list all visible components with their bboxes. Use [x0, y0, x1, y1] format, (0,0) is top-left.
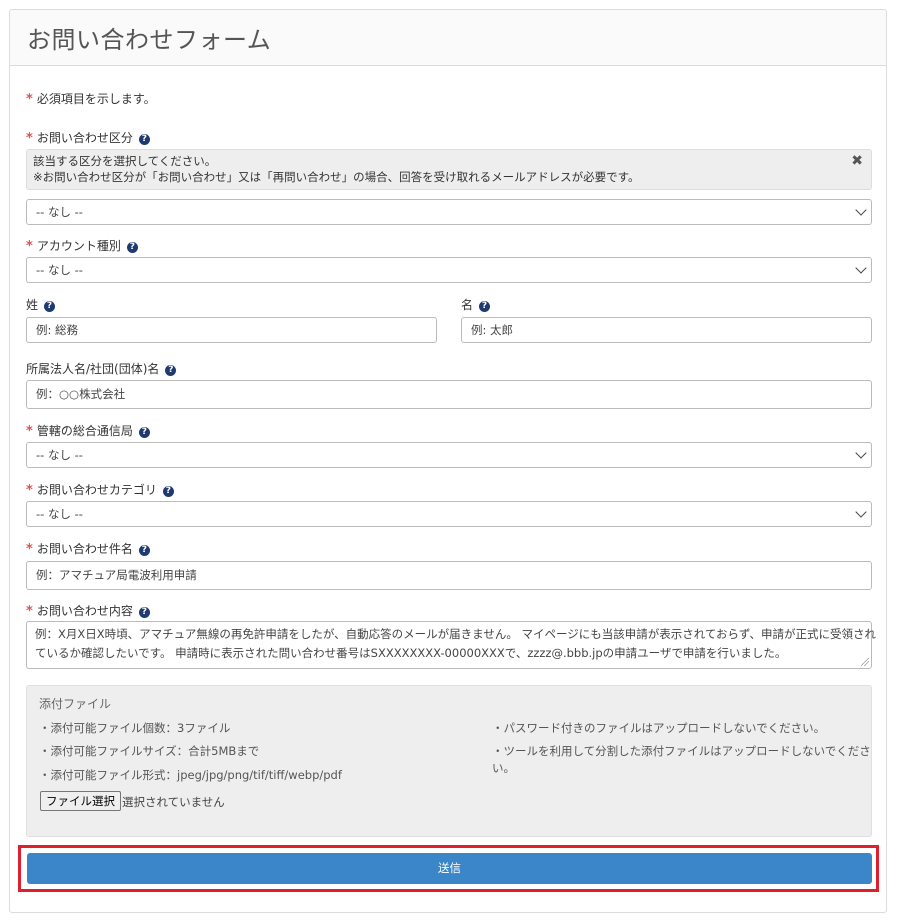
- chevron-down-icon: [855, 262, 867, 274]
- required-mark: *: [26, 424, 33, 439]
- bureau-label: * 管轄の総合通信局?: [26, 422, 150, 439]
- attachment-title: 添付ファイル: [39, 697, 112, 711]
- account-type-select[interactable]: -- なし --: [26, 257, 872, 283]
- file-choose-button[interactable]: ファイル選択: [40, 791, 121, 811]
- required-mark: *: [26, 131, 33, 146]
- attachment-info-item: い。: [492, 761, 515, 775]
- organization-label: 所属法人名/社団(団体)名?: [26, 360, 177, 377]
- required-mark: *: [26, 239, 33, 254]
- attachment-section: 添付ファイル ・添付可能ファイル個数：3ファイル ・添付可能ファイルサイズ：合計…: [26, 685, 872, 837]
- required-mark: *: [26, 92, 33, 107]
- required-note: * 必須項目を示します。: [26, 90, 156, 107]
- help-icon[interactable]: ?: [126, 242, 138, 253]
- subject-input[interactable]: 例：アマチュア局電波利用申請: [26, 561, 872, 590]
- last-name-input[interactable]: 例: 総務: [26, 317, 437, 343]
- submit-button[interactable]: 送信: [27, 853, 872, 884]
- chevron-down-icon: [855, 204, 867, 216]
- attachment-info-item: ・ツールを利用して分割した添付ファイルはアップロードしないでくださ: [492, 744, 871, 758]
- bureau-select[interactable]: -- なし --: [26, 442, 872, 468]
- inquiry-type-label: * お問い合わせ区分?: [26, 129, 150, 146]
- content-placeholder: 例：X月X日X時頃、アマチュア無線の再免許申請をしたが、自動応答のメールが届きま…: [35, 627, 877, 641]
- attachment-info-item: ・添付可能ファイルサイズ：合計5MBまで: [39, 744, 260, 758]
- required-mark: *: [26, 483, 33, 498]
- page-title: お問い合わせフォーム: [27, 26, 272, 54]
- help-icon[interactable]: ?: [165, 365, 177, 376]
- category-select[interactable]: -- なし --: [26, 501, 872, 527]
- help-icon[interactable]: ?: [138, 427, 150, 438]
- close-icon[interactable]: ✖: [851, 153, 863, 169]
- first-name-input[interactable]: 例: 太郎: [461, 317, 872, 343]
- content-placeholder: ているか確認したいです。 申請時に表示された問い合わせ番号はSXXXXXXXX-…: [35, 646, 787, 660]
- organization-input[interactable]: 例：○○株式会社: [26, 380, 872, 409]
- content-textarea[interactable]: 例：X月X日X時頃、アマチュア無線の再免許申請をしたが、自動応答のメールが届きま…: [26, 621, 877, 669]
- help-icon[interactable]: ?: [138, 545, 150, 556]
- account-type-label: * アカウント種別?: [26, 237, 138, 254]
- content-label: * お問い合わせ内容?: [26, 602, 150, 619]
- info-line: 該当する区分を選択してください。: [33, 154, 217, 168]
- required-mark: *: [26, 542, 33, 557]
- help-icon[interactable]: ?: [138, 134, 150, 145]
- first-name-label: 名?: [461, 296, 491, 313]
- category-label: * お問い合わせカテゴリ?: [26, 481, 174, 498]
- last-name-label: 姓?: [26, 296, 56, 313]
- file-status: 選択されていません: [122, 795, 225, 809]
- resize-handle-icon[interactable]: [861, 658, 869, 666]
- attachment-info-item: ・添付可能ファイル個数：3ファイル: [39, 721, 231, 735]
- inquiry-type-info: 該当する区分を選択してください。 ※お問い合わせ区分が「お問い合わせ」又は「再問…: [26, 149, 872, 190]
- subject-label: * お問い合わせ件名?: [26, 540, 150, 557]
- chevron-down-icon: [855, 447, 867, 459]
- inquiry-type-select[interactable]: -- なし --: [26, 199, 872, 225]
- help-icon[interactable]: ?: [162, 486, 174, 497]
- info-line: ※お問い合わせ区分が「お問い合わせ」又は「再問い合わせ」の場合、回答を受け取れる…: [33, 170, 640, 184]
- help-icon[interactable]: ?: [479, 301, 491, 312]
- required-mark: *: [26, 604, 33, 619]
- help-icon[interactable]: ?: [138, 607, 150, 618]
- chevron-down-icon: [855, 506, 867, 518]
- attachment-info-item: ・添付可能ファイル形式：jpeg/jpg/png/tif/tiff/webp/p…: [39, 768, 342, 782]
- help-icon[interactable]: ?: [44, 301, 56, 312]
- attachment-info-item: ・パスワード付きのファイルはアップロードしないでください。: [492, 721, 826, 735]
- required-note-text: 必須項目を示します。: [36, 92, 156, 106]
